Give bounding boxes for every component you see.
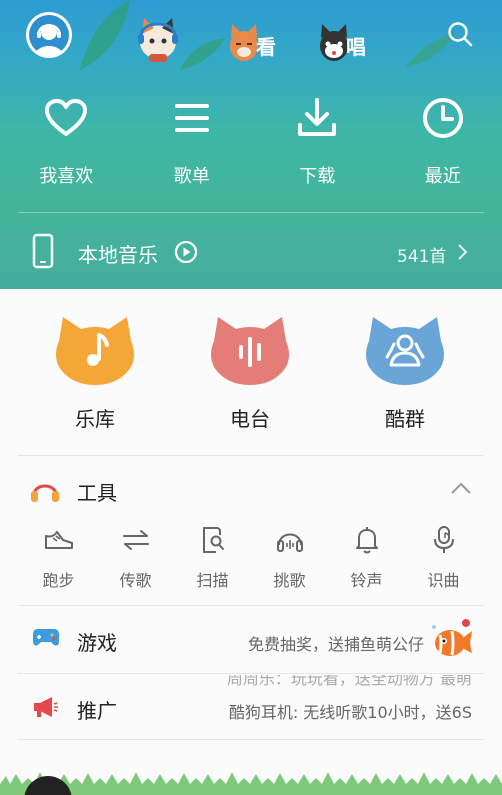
quick-item-downloads[interactable]: 下载: [258, 96, 377, 196]
header-banner: 看 唱 我喜欢 歌单 下载 最近 本地音乐 541首: [0, 0, 502, 289]
avatar[interactable]: [26, 12, 72, 58]
divider: [18, 739, 484, 740]
tools-header[interactable]: 工具: [0, 459, 502, 519]
games-title: 游戏: [77, 631, 117, 655]
quick-item-label: 我喜欢: [39, 166, 94, 187]
headphones-icon: [31, 484, 59, 502]
entry-label: 电台: [230, 407, 270, 431]
games-desc: 免费抽奖，送捕鱼萌公仔: [247, 635, 424, 654]
list-icon: [174, 104, 209, 132]
games-row[interactable]: 游戏 免费抽奖，送捕鱼萌公仔: [0, 607, 502, 673]
tab-watch[interactable]: 看: [226, 8, 276, 64]
divider: [18, 605, 484, 606]
quick-item-label: 歌单: [173, 166, 210, 187]
transfer-icon: [122, 530, 149, 550]
quick-actions: 我喜欢 歌单 下载 最近: [0, 96, 502, 196]
group-icon: [366, 317, 444, 385]
tool-label: 挑歌: [273, 571, 306, 590]
clownfish-icon: [432, 619, 472, 656]
tools-grid: 跑步 传歌 扫描 挑歌 铃声 识曲: [20, 525, 482, 595]
mic-icon: [433, 526, 454, 553]
quick-item-label: 最近: [424, 166, 461, 187]
entry-radio[interactable]: 电台: [200, 315, 300, 432]
download-icon: [298, 98, 337, 136]
user-headphones-icon: [29, 15, 69, 55]
promo-ghost-text: 周周乐：玩玩看，送全动物方 最萌: [226, 675, 472, 688]
shoe-icon: [44, 531, 73, 549]
tool-label: 扫描: [196, 571, 229, 590]
tool-label: 传歌: [119, 571, 152, 590]
radio-wave-icon: [211, 317, 289, 385]
entry-group[interactable]: 酷群: [355, 315, 455, 432]
divider: [18, 673, 484, 674]
top-bar: 看 唱: [0, 0, 502, 66]
promo-row[interactable]: 周周乐：玩玩看，送全动物方 最萌 推广 酷狗耳机: 无线听歌10小时，送6S: [0, 675, 502, 741]
tab-watch-label: 看: [256, 35, 276, 59]
tab-sing[interactable]: 唱: [316, 8, 366, 64]
tool-ringtone[interactable]: 铃声: [328, 525, 405, 595]
quick-item-playlists[interactable]: 歌单: [133, 96, 252, 196]
headphones-icon: [276, 533, 303, 552]
main-card: 乐库 电台 酷群 工具 跑步 传歌 扫描 挑歌 铃声 识曲 游戏 免费抽奖，送捕…: [0, 289, 502, 795]
music-note-icon: [56, 317, 134, 385]
heart-icon: [45, 99, 88, 136]
scan-icon: [202, 527, 224, 553]
quick-item-label: 下载: [299, 166, 336, 187]
tool-label: 识曲: [427, 571, 460, 590]
local-music-label: 本地音乐: [78, 243, 158, 267]
main-entries: 乐库 电台 酷群: [0, 315, 502, 435]
tool-transfer[interactable]: 传歌: [97, 525, 174, 595]
tool-running[interactable]: 跑步: [20, 525, 97, 595]
quick-item-recent[interactable]: 最近: [384, 96, 502, 196]
gamepad-icon: [33, 629, 59, 646]
tab-sing-label: 唱: [346, 35, 366, 59]
tool-pick-songs[interactable]: 挑歌: [251, 525, 328, 595]
phone-icon: [32, 233, 54, 269]
local-music-count: 541首: [397, 247, 447, 267]
tool-identify-song[interactable]: 识曲: [405, 525, 482, 595]
grass-decoration: [0, 772, 502, 795]
chevron-right-icon: [458, 244, 468, 260]
entry-label: 乐库: [75, 407, 115, 431]
tool-scan[interactable]: 扫描: [174, 525, 251, 595]
promo-title: 推广: [77, 699, 117, 723]
entry-label: 酷群: [385, 407, 425, 431]
divider: [18, 455, 484, 456]
promo-desc: 酷狗耳机: 无线听歌10小时，送6S: [228, 703, 472, 722]
search-icon: [448, 22, 473, 47]
play-circle-icon[interactable]: [174, 240, 198, 264]
entry-music-library[interactable]: 乐库: [45, 315, 145, 432]
clock-icon: [422, 98, 463, 138]
tool-label: 铃声: [350, 571, 383, 590]
cat-headphones-icon: [138, 18, 178, 62]
chevron-up-icon[interactable]: [450, 481, 472, 495]
local-music-row[interactable]: 本地音乐 541首: [0, 213, 502, 289]
tab-listen[interactable]: [133, 8, 183, 64]
bell-icon: [355, 527, 378, 554]
tool-label: 跑步: [42, 571, 75, 590]
search-button[interactable]: [446, 20, 474, 48]
quick-item-favorites[interactable]: 我喜欢: [7, 96, 126, 196]
tools-title: 工具: [77, 481, 117, 505]
megaphone-icon: [34, 697, 58, 717]
